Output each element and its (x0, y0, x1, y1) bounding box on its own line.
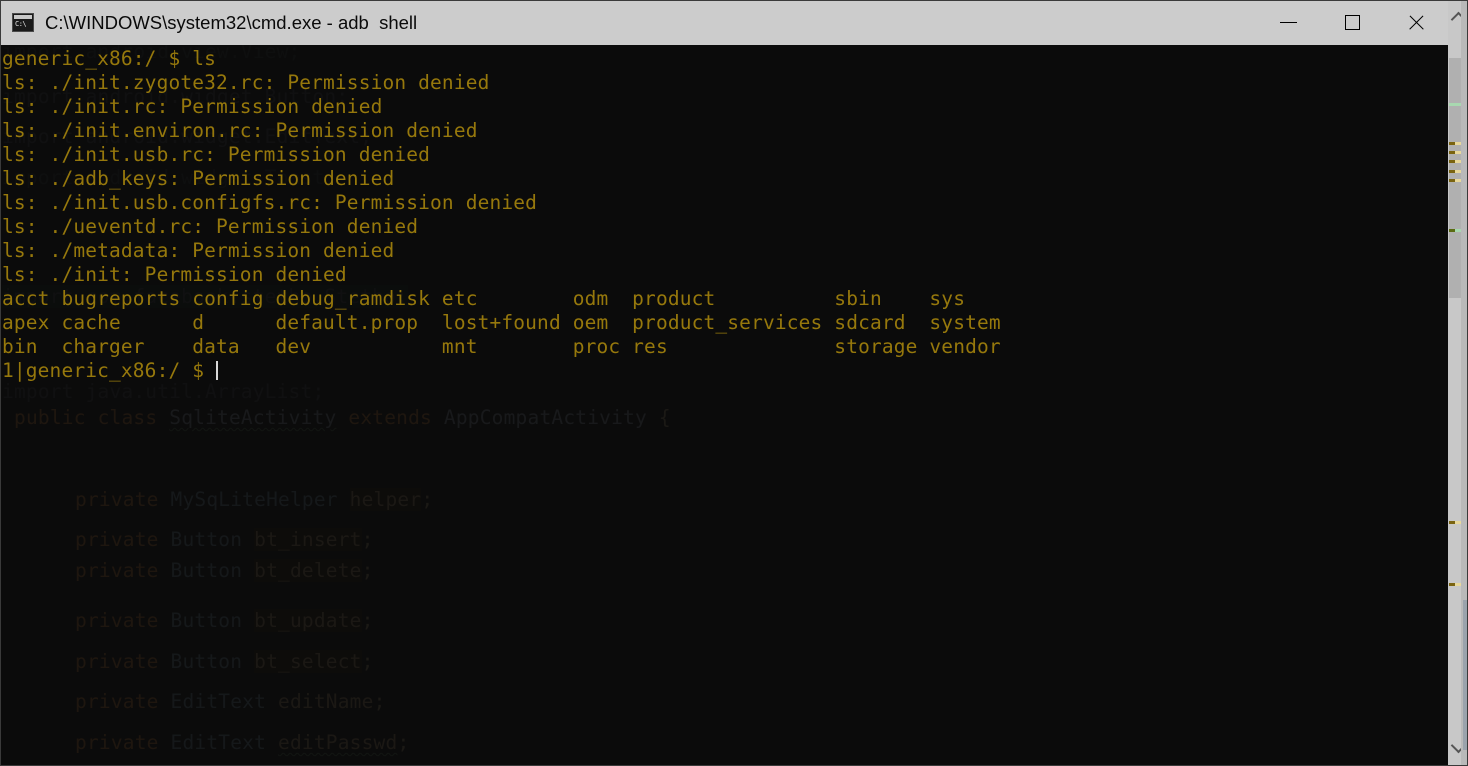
screen-root: import android.view.View; import android… (0, 0, 1468, 766)
window-titlebar[interactable]: C:\WINDOWS\system32\cmd.exe - adb shell (0, 0, 1448, 45)
window-title: C:\WINDOWS\system32\cmd.exe - adb shell (45, 11, 418, 33)
console-error-line: ls: ./init.rc: Permission denied (2, 95, 383, 118)
console-listing-row: acct bugreports config debug_ramdisk etc… (2, 287, 966, 310)
console-cursor (216, 361, 219, 380)
scrollbar-marker (1449, 170, 1455, 173)
console-active-prompt: 1|generic_x86:/ $ (2, 359, 219, 383)
console-error-line: ls: ./metadata: Permission denied (2, 239, 395, 262)
scrollbar-marker (1449, 229, 1455, 232)
window-controls (1256, 0, 1448, 45)
minimize-icon (1279, 22, 1297, 23)
scrollbar-marker (1449, 142, 1455, 145)
scrollbar-marker (1449, 521, 1455, 524)
console-error-line: ls: ./init.usb.configfs.rc: Permission d… (2, 191, 538, 214)
cmd-console-icon (12, 13, 34, 32)
console-prompt-line: generic_x86:/ $ ls (2, 47, 217, 70)
console-error-line: ls: ./adb_keys: Permission denied (2, 167, 395, 190)
maximize-icon (1344, 15, 1360, 30)
cmd-console-window: C:\WINDOWS\system32\cmd.exe - adb shell … (0, 0, 1448, 766)
minimize-button[interactable] (1256, 0, 1320, 45)
console-listing-row: apex cache d default.prop lost+found oem… (2, 311, 1001, 334)
scrollbar-marker (1449, 583, 1455, 586)
maximize-button[interactable] (1320, 0, 1384, 45)
scrollbar-marker (1449, 151, 1455, 154)
console-output-area[interactable]: generic_x86:/ $ ls ls: ./init.zygote32.r… (0, 45, 1448, 766)
background-window-strip (1463, 600, 1468, 750)
scrollbar-marker (1449, 179, 1455, 182)
close-button[interactable] (1384, 0, 1448, 45)
scrollbar-marker (1449, 160, 1455, 163)
console-error-line: ls: ./init: Permission denied (2, 263, 347, 286)
console-error-line: ls: ./init.zygote32.rc: Permission denie… (2, 71, 490, 94)
console-error-line: ls: ./ueventd.rc: Permission denied (2, 215, 419, 238)
console-error-line: ls: ./init.usb.rc: Permission denied (2, 143, 431, 166)
close-icon (1407, 13, 1426, 32)
console-active-prompt-text: 1|generic_x86:/ $ (2, 359, 217, 382)
console-listing-row: bin charger data dev mnt proc res storag… (2, 335, 1001, 358)
console-error-line: ls: ./init.environ.rc: Permission denied (2, 119, 478, 142)
